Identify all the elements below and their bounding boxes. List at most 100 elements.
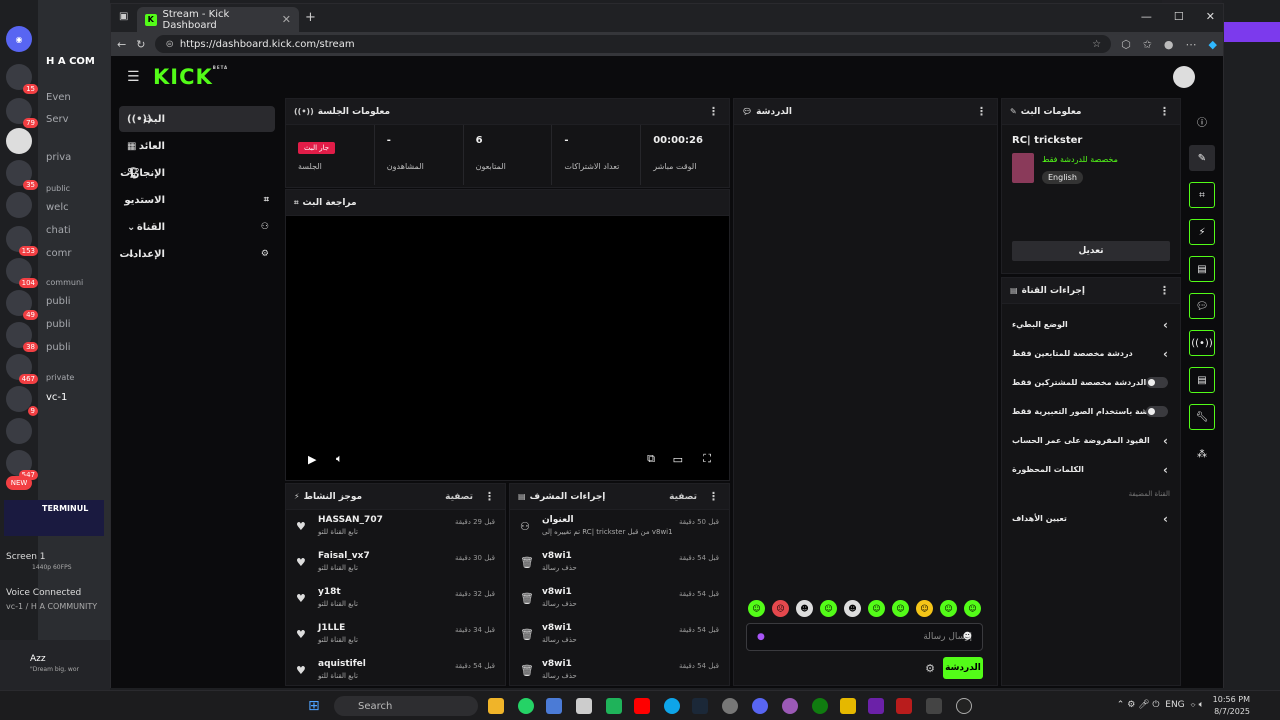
site-info-icon[interactable]: ⊜	[165, 39, 173, 50]
extension-icon[interactable]: ⬡	[1121, 38, 1131, 51]
back-icon[interactable]: ←	[117, 38, 126, 51]
server-icon[interactable]	[6, 418, 32, 444]
emote-icon[interactable]: ☺	[940, 600, 957, 617]
more-icon[interactable]: ⋯	[1186, 38, 1197, 51]
user-avatar[interactable]	[1173, 66, 1195, 88]
server-icon[interactable]: 49	[6, 290, 38, 320]
emote-icon[interactable]: ☹	[772, 600, 789, 617]
banned-words-row[interactable]: الكلمات المحظورة ›	[1002, 455, 1180, 484]
discord-home-icon[interactable]: ◉	[6, 26, 32, 52]
copilot-icon[interactable]: ◆	[1209, 38, 1217, 51]
wrench-icon[interactable]: 🔧︎	[1189, 404, 1215, 430]
language-indicator[interactable]: ENG	[1165, 700, 1184, 710]
edit-stream-info-button[interactable]: تعديل	[1012, 241, 1170, 261]
more-options-icon[interactable]: ⋮	[484, 490, 495, 503]
filter-button[interactable]: تصفية	[669, 492, 697, 502]
channel-item[interactable]: chati	[46, 225, 71, 236]
server-icon[interactable]: 35	[6, 160, 38, 190]
sidebar-item-stream[interactable]: ((•)) البث	[119, 106, 275, 132]
app-icon[interactable]	[896, 698, 912, 714]
emote-icon[interactable]: ☻	[796, 600, 813, 617]
sidebar-item-studio[interactable]: ⌄ الاستديو ⌗	[119, 187, 275, 213]
file-explorer-icon[interactable]	[488, 698, 504, 714]
channel-item[interactable]: priva	[46, 152, 71, 163]
subscribers-only-toggle[interactable]	[1146, 377, 1168, 388]
sidebar-item-channel[interactable]: ⌄ القناة ⚇	[119, 214, 275, 240]
edit-icon[interactable]: ✎	[1189, 145, 1215, 171]
more-options-icon[interactable]: ⋮	[1159, 105, 1170, 118]
close-window-icon[interactable]: ✕	[1206, 10, 1215, 23]
url-field[interactable]: ⊜ https://dashboard.kick.com/stream ☆	[155, 35, 1112, 53]
favorite-icon[interactable]: ☆	[1092, 39, 1101, 50]
whatsapp-icon[interactable]	[518, 698, 534, 714]
live-icon[interactable]: ((•))	[1189, 330, 1215, 356]
layout-icon[interactable]: ⁂	[1189, 441, 1215, 467]
steam-icon[interactable]	[692, 698, 708, 714]
taskbar-clock[interactable]: 10:56 PM 8/7/2025	[1213, 694, 1250, 718]
channel-actions-icon[interactable]: ▤	[1189, 367, 1215, 393]
sidebar-item-revenue[interactable]: ▦ العائد	[119, 133, 275, 159]
edge-icon[interactable]	[664, 698, 680, 714]
app-icon[interactable]	[840, 698, 856, 714]
app-icon[interactable]	[782, 698, 798, 714]
chat-send-button[interactable]: الدردشة	[943, 657, 983, 679]
channel-item[interactable]: Even	[46, 92, 71, 103]
tab-actions-icon[interactable]: ▣	[119, 11, 128, 22]
more-options-icon[interactable]: ⋮	[708, 490, 719, 503]
favorites-icon[interactable]: ✩	[1143, 38, 1152, 51]
mod-log-icon[interactable]: ▤	[1189, 256, 1215, 282]
stream-category[interactable]: مخصصة للدردشة فقط	[1042, 155, 1118, 164]
windows-start-icon[interactable]: ⊞	[308, 698, 320, 714]
promo-banner[interactable]: TERMINUL	[4, 500, 104, 536]
channel-item[interactable]: welc	[46, 202, 69, 213]
channel-item[interactable]: publi	[46, 342, 71, 353]
profile-icon[interactable]: ●	[1164, 38, 1174, 51]
server-icon[interactable]: 104	[6, 258, 38, 288]
more-options-icon[interactable]: ⋮	[1159, 284, 1170, 297]
app-icon[interactable]	[956, 698, 972, 714]
slow-mode-row[interactable]: الوضع البطيء ›	[1002, 310, 1180, 339]
refresh-icon[interactable]: ↻	[136, 38, 145, 51]
emote-icon[interactable]: ☺	[916, 600, 933, 617]
emotes-only-toggle[interactable]	[1146, 406, 1168, 417]
close-tab-icon[interactable]: ✕	[282, 13, 291, 26]
chat-icon[interactable]: 💬︎	[1189, 293, 1215, 319]
minimize-icon[interactable]: —	[1141, 10, 1152, 23]
menu-icon[interactable]: ☰	[127, 69, 140, 85]
more-options-icon[interactable]: ⋮	[976, 105, 987, 118]
app-icon[interactable]	[868, 698, 884, 714]
app-icon[interactable]	[606, 698, 622, 714]
info-icon[interactable]: ⓘ	[1189, 108, 1215, 134]
channel-category[interactable]: private	[46, 373, 74, 382]
kick-logo[interactable]: KICKBETA	[153, 65, 228, 89]
channel-item[interactable]: Serv	[46, 114, 69, 125]
new-tab-icon[interactable]: +	[305, 10, 316, 25]
sidebar-item-achievements[interactable]: 🏆︎ الإنجازات	[119, 160, 275, 186]
server-icon[interactable]: 467	[6, 354, 38, 384]
app-icon[interactable]	[722, 698, 738, 714]
channel-item[interactable]: comr	[46, 248, 71, 259]
filter-button[interactable]: تصفية	[445, 492, 473, 502]
channel-category[interactable]: communi	[46, 278, 83, 287]
emote-icon[interactable]: ☺	[748, 600, 765, 617]
theater-mode-icon[interactable]: ▭	[673, 453, 683, 466]
server-icon[interactable]: 15	[6, 64, 38, 94]
channel-item[interactable]: publi	[46, 296, 71, 307]
microphone-icon[interactable]: ●	[757, 632, 765, 642]
set-goals-row[interactable]: تعيين الأهداف ›	[1002, 504, 1180, 533]
fullscreen-icon[interactable]: ⛶	[703, 452, 711, 466]
followers-only-row[interactable]: دردشة مخصصة للمتابعين فقط ›	[1002, 339, 1180, 368]
more-options-icon[interactable]: ⋮	[708, 105, 719, 118]
server-icon[interactable]: 79	[6, 98, 38, 128]
discord-icon[interactable]	[752, 698, 768, 714]
lightning-icon[interactable]: ⚡︎	[1189, 219, 1215, 245]
volume-icon[interactable]: 🔈︎	[336, 452, 343, 466]
browser-tab[interactable]: K Stream - Kick Dashboard ✕	[137, 7, 299, 32]
emote-icon[interactable]: ☺	[868, 600, 885, 617]
emote-icon[interactable]: ☺	[964, 600, 981, 617]
video-player[interactable]: ▶ 🔈︎ ⧉ ▭ ⛶	[286, 216, 729, 480]
sidebar-item-settings[interactable]: ⌄ الإعدادات ⚙	[119, 241, 275, 267]
server-icon[interactable]: 153	[6, 226, 38, 256]
emote-icon[interactable]: ☻	[844, 600, 861, 617]
server-icon[interactable]: 9	[6, 386, 38, 416]
